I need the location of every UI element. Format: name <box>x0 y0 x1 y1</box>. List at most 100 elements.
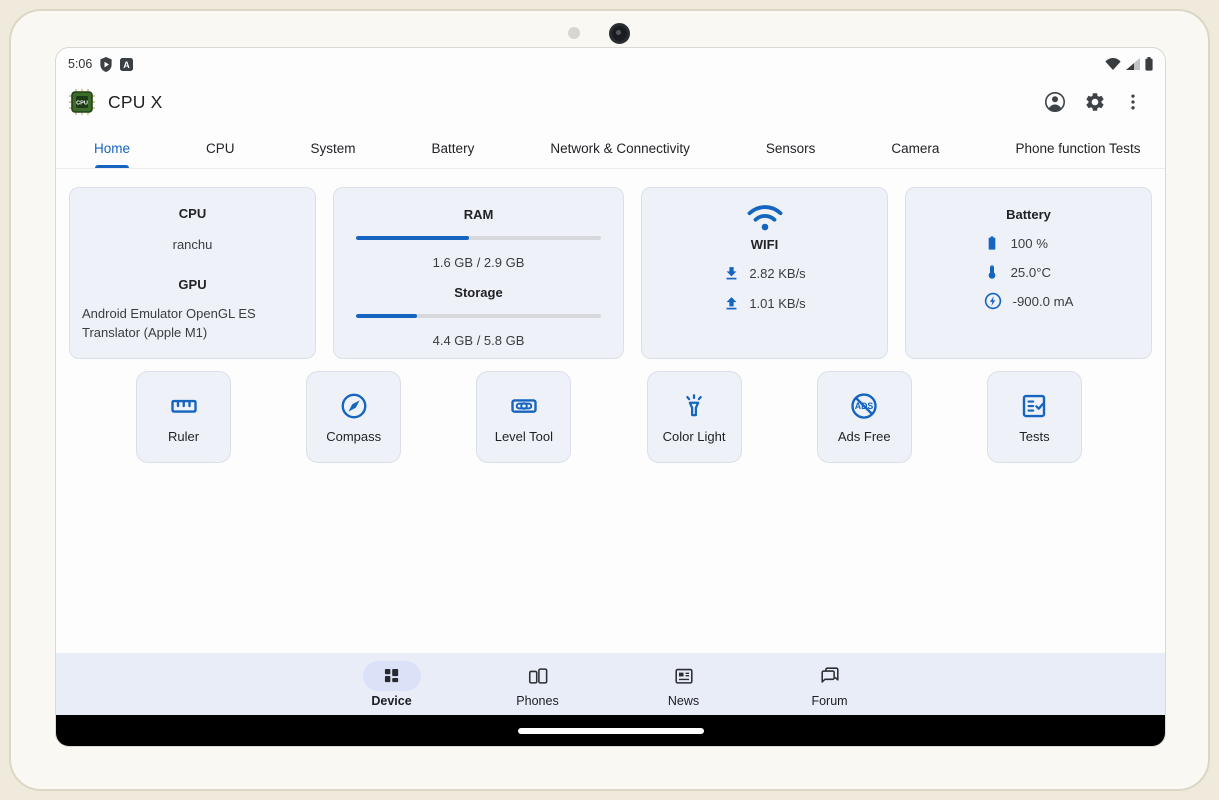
battery-temperature-row: 25.0°C <box>984 263 1051 281</box>
tests-checklist-icon <box>1019 391 1049 421</box>
svg-text:A: A <box>124 59 131 69</box>
light-sensor-dot <box>568 27 580 39</box>
wifi-title: WIFI <box>642 237 887 252</box>
overflow-menu-button[interactable] <box>1123 92 1143 112</box>
memory-card: RAM 1.6 GB / 2.9 GB Storage 4.4 GB / 5.8… <box>333 187 624 359</box>
home-content: CPU ranchu GPU Android Emulator OpenGL E… <box>56 169 1165 653</box>
color-light-tool-button[interactable]: Color Light <box>647 371 742 463</box>
app-title: CPU X <box>108 92 162 113</box>
active-tab-indicator <box>95 165 129 168</box>
nav-label: Forum <box>811 694 847 708</box>
battery-card: Battery 100 % 25.0°C <box>905 187 1152 359</box>
level-tool-button[interactable]: Level Tool <box>476 371 571 463</box>
cpu-gpu-card: CPU ranchu GPU Android Emulator OpenGL E… <box>69 187 316 359</box>
battery-level-value: 100 % <box>1011 236 1048 251</box>
charging-current-icon <box>984 292 1002 310</box>
ruler-icon <box>169 391 199 421</box>
battery-level-icon <box>984 234 1000 252</box>
cellular-signal-icon <box>1126 58 1140 70</box>
bottom-navigation: Device Phones News F <box>56 653 1165 715</box>
cpu-name-value: ranchu <box>70 237 315 252</box>
nav-item-phones[interactable]: Phones <box>465 661 611 708</box>
tab-home[interactable]: Home <box>56 128 168 168</box>
letter-a-status-icon: A <box>120 58 133 71</box>
tab-battery[interactable]: Battery <box>394 128 513 168</box>
upload-speed-value: 1.01 KB/s <box>749 296 805 311</box>
ads-free-icon: ADS <box>849 391 879 421</box>
download-icon <box>723 265 740 282</box>
ram-progress-bar <box>356 236 601 240</box>
download-speed-value: 2.82 KB/s <box>749 266 805 281</box>
ruler-tool-button[interactable]: Ruler <box>136 371 231 463</box>
battery-temperature-value: 25.0°C <box>1011 265 1051 280</box>
app-bar: CPU CPU X <box>56 76 1165 128</box>
tests-tool-button[interactable]: Tests <box>987 371 1082 463</box>
battery-current-value: -900.0 mA <box>1013 294 1074 309</box>
level-tool-icon <box>509 391 539 421</box>
nav-label: News <box>668 694 699 708</box>
battery-level-row: 100 % <box>984 234 1048 252</box>
storage-usage-value: 4.4 GB / 5.8 GB <box>356 333 601 348</box>
tab-system[interactable]: System <box>273 128 394 168</box>
tab-cpu[interactable]: CPU <box>168 128 273 168</box>
tab-phone-function-tests[interactable]: Phone function Tests <box>977 128 1165 168</box>
upload-icon <box>723 295 740 312</box>
battery-status-icon <box>1145 57 1153 71</box>
nav-label: Device <box>371 694 411 708</box>
home-gesture-pill[interactable] <box>518 728 704 734</box>
upload-speed-row: 1.01 KB/s <box>723 295 805 312</box>
news-newspaper-icon <box>673 665 695 687</box>
status-bar: 5:06 A <box>56 48 1165 76</box>
status-clock: 5:06 <box>68 57 92 71</box>
tool-label: Tests <box>1019 429 1049 444</box>
tool-label: Ruler <box>168 429 199 444</box>
nav-item-news[interactable]: News <box>611 661 757 708</box>
nav-label: Phones <box>516 694 558 708</box>
ram-progress-fill <box>356 236 469 240</box>
device-screen: 5:06 A CPU <box>55 47 1166 747</box>
ram-title: RAM <box>356 207 601 222</box>
system-navigation-bar <box>56 715 1165 746</box>
phones-devices-icon <box>527 665 549 687</box>
storage-progress-bar <box>356 314 601 318</box>
flashlight-icon <box>679 391 709 421</box>
forum-chat-icon <box>819 665 841 687</box>
tab-sensors[interactable]: Sensors <box>728 128 854 168</box>
tab-network-connectivity[interactable]: Network & Connectivity <box>512 128 728 168</box>
account-button[interactable] <box>1043 90 1067 114</box>
cpu-x-app-icon: CPU <box>69 89 95 115</box>
tool-label: Compass <box>326 429 381 444</box>
gpu-card-title: GPU <box>70 277 315 292</box>
front-camera <box>609 23 630 44</box>
tool-label: Ads Free <box>838 429 891 444</box>
wifi-icon <box>642 203 887 233</box>
compass-tool-button[interactable]: Compass <box>306 371 401 463</box>
compass-icon <box>339 391 369 421</box>
tools-row: Ruler Compass Level Tool Color Light <box>136 371 1082 463</box>
storage-progress-fill <box>356 314 417 318</box>
battery-current-row: -900.0 mA <box>984 292 1074 310</box>
device-dashboard-icon <box>381 665 402 686</box>
info-cards-row: CPU ranchu GPU Android Emulator OpenGL E… <box>69 187 1152 359</box>
svg-text:CPU: CPU <box>76 100 88 106</box>
wifi-status-icon <box>1105 58 1121 70</box>
wifi-card: WIFI 2.82 KB/s 1.01 KB/s <box>641 187 888 359</box>
tool-label: Color Light <box>663 429 726 444</box>
privacy-shield-icon <box>99 57 113 72</box>
battery-title: Battery <box>906 207 1151 222</box>
status-right-icons <box>1105 57 1153 71</box>
gpu-name-value: Android Emulator OpenGL ES Translator (A… <box>70 305 315 343</box>
settings-gear-button[interactable] <box>1084 91 1106 113</box>
nav-item-device[interactable]: Device <box>319 661 465 708</box>
cpu-card-title: CPU <box>70 206 315 221</box>
tool-label: Level Tool <box>495 429 553 444</box>
ram-usage-value: 1.6 GB / 2.9 GB <box>356 255 601 270</box>
ads-free-tool-button[interactable]: ADS Ads Free <box>817 371 912 463</box>
storage-title: Storage <box>356 285 601 300</box>
tab-camera[interactable]: Camera <box>853 128 977 168</box>
tab-bar: Home CPU System Battery Network & Connec… <box>56 128 1165 169</box>
thermometer-icon <box>984 263 1000 281</box>
nav-item-forum[interactable]: Forum <box>757 661 903 708</box>
active-nav-pill <box>363 661 421 691</box>
download-speed-row: 2.82 KB/s <box>723 265 805 282</box>
